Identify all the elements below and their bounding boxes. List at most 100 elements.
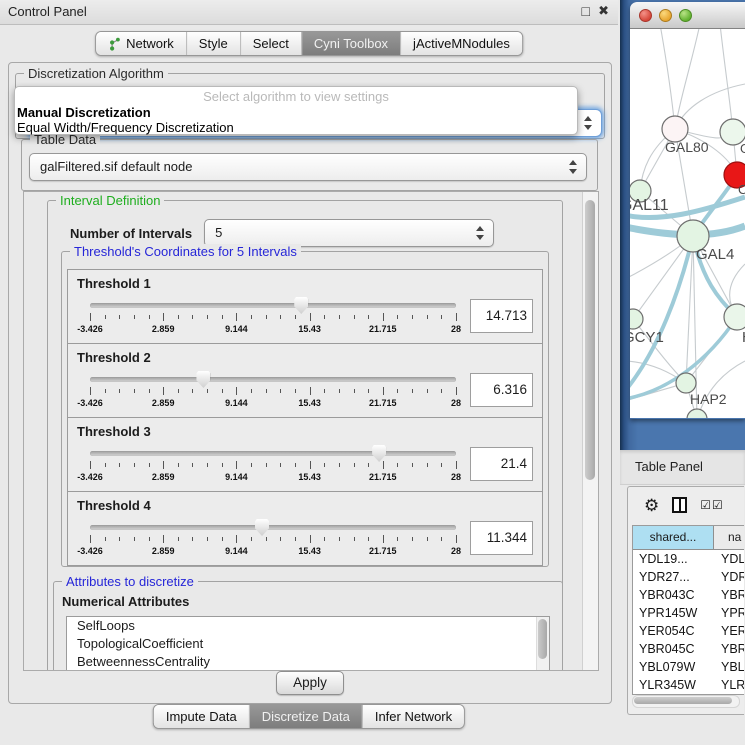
slider-thumb[interactable] [255,519,269,536]
table-row[interactable]: YPR145WYPR1 [633,604,744,622]
table-row[interactable]: YLR345WYLR3 [633,676,744,694]
slider-tick [207,463,208,467]
tab-impute-data[interactable]: Impute Data [154,705,249,728]
attributes-list-scrollbar[interactable] [536,617,549,671]
cell-shared-name: YBL079W [633,658,714,676]
threshold-value-field[interactable]: 21.4 [470,447,533,481]
column-header-name[interactable]: na [714,526,744,549]
network-node[interactable] [676,373,696,393]
threshold-slider[interactable]: -3.4262.8599.14415.4321.71528 [90,368,456,412]
threshold-panel: Threshold 4 -3.4262.8599.14415.4321.71528… [67,491,543,566]
algorithm-popup-hint: Select algorithm to view settings [15,89,577,105]
tab-discretize-data-label: Discretize Data [262,709,350,724]
slider-tick [383,387,384,395]
table-data-combobox[interactable]: galFiltered.sif default node [29,153,587,181]
slider-tick [412,463,413,467]
tick-label: 28 [451,472,461,482]
tab-network[interactable]: Network [96,32,186,55]
cell-shared-name: YBR043C [633,586,714,604]
cell-shared-name: YDR27... [633,568,714,586]
cell-shared-name: YBR045C [633,640,714,658]
slider-tick [295,537,296,541]
threshold-panel: Threshold 3-3.4262.8599.14415.4321.71528… [67,417,543,492]
threshold-slider[interactable]: -3.4262.8599.14415.4321.71528 [90,294,456,338]
threshold-value-field[interactable]: 11.344 [470,521,533,555]
threshold-value-field[interactable]: 6.316 [470,373,533,407]
column-header-shared-name[interactable]: shared... [633,526,714,549]
table-data-group: Table Data galFiltered.sif default node [21,139,598,191]
table-row[interactable]: YBR043CYBR0 [633,586,744,604]
threshold-slider[interactable]: -3.4262.8599.14415.4321.71528 [90,442,456,486]
slider-tick [266,463,267,467]
threshold-slider[interactable]: -3.4262.8599.14415.4321.71528 [90,516,456,560]
tab-discretize-data[interactable]: Discretize Data [249,705,362,728]
mac-close-icon[interactable] [639,9,652,22]
network-node[interactable] [630,309,643,329]
threshold-label: Threshold 2 [77,350,151,365]
slider-tick [412,389,413,393]
list-item[interactable]: BetweennessCentrality [67,653,549,671]
tick-label: 28 [451,398,461,408]
list-item[interactable]: SelfLoops [67,617,549,635]
cell-name: YPR1 [714,604,744,622]
threshold-value-field[interactable]: 14.713 [470,299,533,333]
tab-infer-network[interactable]: Infer Network [362,705,464,728]
numerical-attributes-label: Numerical Attributes [62,594,189,609]
checkbox-icons[interactable]: ☑☑ [700,498,724,512]
slider-tick [383,461,384,469]
slider-tick [163,461,164,469]
tab-impute-data-label: Impute Data [166,709,237,724]
tab-cyni-toolbox[interactable]: Cyni Toolbox [301,32,400,55]
float-window-icon[interactable]: □ [582,3,590,19]
numerical-attributes-list[interactable]: SelfLoopsTopologicalCoefficientBetweenne… [66,616,550,671]
settings-vertical-scrollbar[interactable] [582,192,598,670]
number-of-intervals-combobox[interactable]: 5 [204,219,494,247]
settings-scrollbar-thumb[interactable] [585,200,595,480]
apply-button[interactable]: Apply [276,671,344,695]
algorithm-option-manual[interactable]: Manual Discretization [15,105,577,120]
table-row[interactable]: YER054CYER0 [633,622,744,640]
slider-tick [105,389,106,393]
mac-zoom-icon[interactable] [679,9,692,22]
slider-tick [383,313,384,321]
network-node[interactable] [724,304,745,330]
slider-tick [119,315,120,319]
table-row[interactable]: YDR27...YDR2 [633,568,744,586]
table-row[interactable]: YDL19...YDL1 [633,550,744,568]
gear-icon[interactable]: ⚙ [644,497,659,514]
slider-thumb[interactable] [294,297,308,314]
table-scrollbar-thumb[interactable] [634,697,732,704]
slider-tick [266,537,267,541]
table-horizontal-scrollbar[interactable] [632,695,740,708]
network-canvas[interactable]: GAL80GCGAL11GAL4GCY1HHAP2 [630,29,745,418]
threshold-label: Threshold 4 [77,498,151,513]
attributes-scrollbar-thumb[interactable] [538,619,547,659]
slider-thumb[interactable] [196,371,210,388]
algorithm-option-equal-width[interactable]: Equal Width/Frequency Discretization [15,120,577,135]
slider-thumb[interactable] [372,445,386,462]
column-layout-icon[interactable] [672,497,687,513]
table-row[interactable]: YBR045CYBR0 [633,640,744,658]
mac-minimize-icon[interactable] [659,9,672,22]
list-item[interactable]: TopologicalCoefficient [67,635,549,653]
cell-shared-name: YER054C [633,622,714,640]
table-row[interactable]: YBL079WYBL0 [633,658,744,676]
slider-tick [310,387,311,395]
tab-jactivemnodules[interactable]: jActiveMNodules [400,32,522,55]
tab-style[interactable]: Style [186,32,240,55]
close-window-icon[interactable]: ✖ [598,3,609,19]
interval-definition-group: Interval Definition Number of Intervals … [47,200,563,671]
tick-label: 2.859 [152,472,175,482]
slider-tick [441,389,442,393]
cell-name: YLR3 [714,676,744,694]
bottom-tab-bar: Impute Data Discretize Data Infer Networ… [153,704,465,729]
slider-tick [339,315,340,319]
tab-select[interactable]: Select [240,32,301,55]
node-table[interactable]: shared... na YDL19...YDL1YDR27...YDR2YBR… [632,525,744,695]
thresholds-group: Threshold's Coordinates for 5 Intervals … [61,251,549,567]
tick-label: 28 [451,546,461,556]
network-node[interactable] [687,409,707,418]
slider-tick [412,537,413,541]
cell-name: YBL0 [714,658,744,676]
interval-definition-title: Interval Definition [56,193,164,208]
